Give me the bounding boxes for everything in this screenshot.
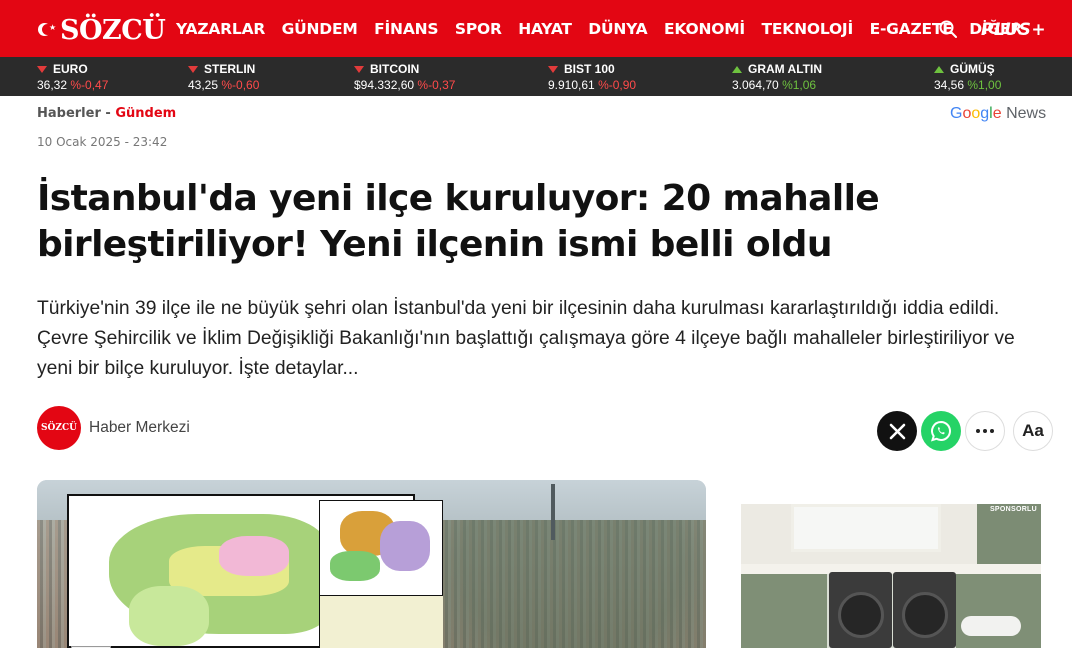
ticker-value: 43,25 — [188, 78, 219, 92]
ticker-change: %-0,37 — [417, 78, 456, 92]
main-nav: YAZARLAR GÜNDEM FİNANS SPOR HAYAT DÜNYA … — [176, 0, 1039, 57]
article-title: İstanbul'da yeni ilçe kuruluyor: 20 maha… — [37, 178, 880, 265]
ticker-name: BIST 100 — [564, 62, 615, 76]
top-navbar: ★ SÖZCÜ YAZARLAR GÜNDEM FİNANS SPOR HAYA… — [0, 0, 1072, 57]
nav-item-finans[interactable]: FİNANS — [374, 20, 438, 38]
map-inset — [319, 500, 443, 596]
sponsored-label: SPONSORLU — [989, 506, 1037, 513]
ticker-name: GRAM ALTIN — [748, 62, 822, 76]
ad-window — [791, 504, 941, 552]
nav-item-yazarlar[interactable]: YAZARLAR — [176, 20, 265, 38]
ticker-item-bist100[interactable]: BIST 100 9.910,61 %-0,90 — [548, 62, 636, 92]
whatsapp-icon — [930, 420, 951, 442]
ticker-change: %-0,47 — [70, 78, 109, 92]
nav-item-ekonomi[interactable]: EKONOMİ — [664, 20, 745, 38]
ticker-name: STERLIN — [204, 62, 256, 76]
ad-cabinet — [956, 574, 1041, 648]
ticker-item-sterlin[interactable]: STERLIN 43,25 %-0,60 — [188, 62, 259, 92]
up-arrow-icon — [732, 65, 742, 73]
author-name[interactable]: Haber Merkezi — [89, 419, 190, 437]
more-dots-icon — [976, 429, 994, 433]
publish-date: 10 Ocak 2025 - 23:42 — [37, 135, 168, 149]
logo-text: SÖZCÜ — [60, 14, 166, 46]
breadcrumb: Haberler - Gündem — [37, 106, 176, 121]
plus-button[interactable]: PLUS+ — [981, 20, 1046, 40]
google-letter: e — [992, 105, 1002, 122]
up-arrow-icon — [934, 65, 944, 73]
ticker-name: EURO — [53, 62, 88, 76]
ticker-change: %-0,90 — [598, 78, 637, 92]
font-size-button[interactable]: Aa — [1013, 411, 1053, 451]
nav-item-spor[interactable]: SPOR — [455, 20, 502, 38]
ticker-change: %1,00 — [967, 78, 1002, 92]
google-letter: G — [950, 105, 963, 122]
nav-item-gundem[interactable]: GÜNDEM — [282, 20, 358, 38]
map-region — [319, 596, 443, 648]
share-x-button[interactable] — [877, 411, 917, 451]
nav-item-teknoloji[interactable]: TEKNOLOJİ — [762, 20, 854, 38]
ad-cabinet — [977, 504, 1041, 566]
ad-washer — [829, 572, 892, 648]
google-letter: o — [971, 105, 981, 122]
author-block[interactable]: SÖZCÜ Haber Merkezi — [37, 406, 190, 450]
ticker-item-bitcoin[interactable]: BITCOIN $94.332,60 %-0,37 — [354, 62, 455, 92]
ticker-value: 34,56 — [934, 78, 965, 92]
market-ticker: EURO 36,32 %-0,47 STERLIN 43,25 %-0,60 B… — [0, 57, 1072, 96]
ticker-value: 9.910,61 — [548, 78, 595, 92]
breadcrumb-current[interactable]: Gündem — [115, 106, 176, 121]
ticker-name: GÜMÜŞ — [950, 62, 995, 76]
ticker-item-gumus[interactable]: GÜMÜŞ 34,56 %1,00 — [934, 62, 1001, 92]
ad-washer — [893, 572, 956, 648]
ad-cabinet — [741, 574, 827, 648]
map-region — [129, 586, 209, 646]
google-news-label: News — [1001, 105, 1047, 122]
nav-item-hayat[interactable]: HAYAT — [518, 20, 572, 38]
breadcrumb-home[interactable]: Haberler — [37, 106, 101, 121]
avatar: SÖZCÜ — [37, 406, 81, 450]
article-spot: Türkiye'nin 39 ilçe ile ne büyük şehri o… — [37, 298, 1015, 379]
map-region — [330, 551, 380, 581]
down-arrow-icon — [37, 65, 47, 73]
avatar-text: SÖZCÜ — [41, 423, 77, 433]
ticker-value: 36,32 — [37, 78, 68, 92]
article-hero-image — [37, 480, 706, 648]
search-icon[interactable] — [939, 20, 957, 38]
down-arrow-icon — [188, 65, 198, 73]
nav-item-dunya[interactable]: DÜNYA — [588, 20, 647, 38]
ticker-item-gram-altin[interactable]: GRAM ALTIN 3.064,70 %1,06 — [732, 62, 822, 92]
x-logo-icon — [889, 423, 905, 439]
sponsored-ad[interactable]: SPONSORLU — [741, 504, 1041, 648]
ticker-value: $94.332,60 — [354, 78, 415, 92]
ticker-change: %1,06 — [782, 78, 817, 92]
ad-towels — [961, 616, 1021, 636]
down-arrow-icon — [548, 65, 558, 73]
ticker-item-euro[interactable]: EURO 36,32 %-0,47 — [37, 62, 108, 92]
crescent-star-icon: ★ — [36, 22, 58, 38]
breadcrumb-separator: - — [100, 106, 116, 121]
map-region — [380, 521, 430, 571]
site-logo[interactable]: ★ SÖZCÜ — [36, 14, 166, 46]
hero-tower — [551, 484, 555, 540]
ticker-value: 3.064,70 — [732, 78, 779, 92]
down-arrow-icon — [354, 65, 364, 73]
more-options-button[interactable] — [965, 411, 1005, 451]
map-region — [219, 536, 289, 576]
ticker-name: BITCOIN — [370, 62, 420, 76]
font-size-label: Aa — [1022, 421, 1044, 440]
district-map — [67, 494, 443, 648]
share-whatsapp-button[interactable] — [921, 411, 961, 451]
google-news-link[interactable]: Google News — [950, 105, 1046, 123]
google-letter: g — [980, 105, 990, 122]
ticker-change: %-0,60 — [221, 78, 260, 92]
